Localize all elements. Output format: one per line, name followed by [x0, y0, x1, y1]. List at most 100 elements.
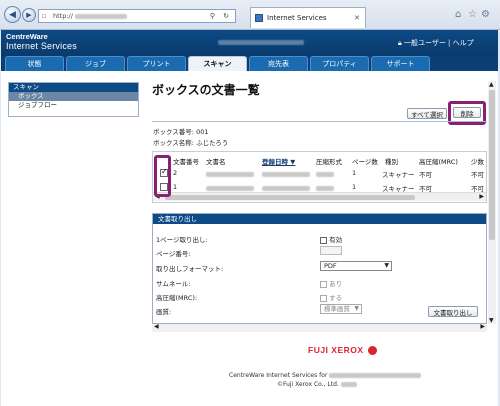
one-page-label: 1ページ取り出し:	[156, 236, 208, 244]
back-arrow-icon: ◀	[9, 9, 16, 20]
tab-print[interactable]: プリント	[127, 56, 186, 71]
extract-panel: 文書取り出し 1ページ取り出し: 有効 ページ番号: 取り出しフォーマット: P…	[152, 213, 487, 324]
footer-line1-text: CentreWare Internet Services for	[229, 372, 328, 379]
quality-select-value: 標準画質	[324, 305, 350, 313]
tab-support[interactable]: サポート	[371, 56, 430, 71]
row-date	[262, 170, 310, 178]
thumbnail-checkbox[interactable]	[320, 280, 327, 288]
row-doc-name[interactable]	[206, 184, 254, 192]
extract-document-button[interactable]: 文書取り出し	[428, 306, 478, 317]
row-doc-number: 1	[173, 183, 178, 191]
thumbnail-label: サムネール:	[156, 280, 191, 288]
mrc-option-label: する	[329, 294, 343, 302]
box-name-label: ボックス名称:	[153, 139, 194, 147]
col-type: 種別	[385, 158, 398, 166]
sidebar-title: スキャン	[9, 83, 138, 92]
back-button[interactable]: ◀	[4, 6, 21, 23]
box-name-value: ふじたろう	[196, 139, 229, 147]
tab-scan[interactable]: スキャン	[188, 56, 247, 71]
url-text: http://	[53, 12, 73, 20]
row-format	[316, 170, 334, 178]
main-tabs: 状態 ジョブ プリント スキャン 宛先表 プロパティ サポート	[1, 56, 498, 71]
thumbnail-option-label: あり	[329, 280, 343, 288]
row-pages: 1	[352, 183, 357, 191]
browser-tab[interactable]: Internet Services ✕	[250, 7, 366, 28]
logo-centreware: CentreWare	[6, 32, 48, 41]
row-doc-name[interactable]	[206, 170, 254, 178]
row-format	[316, 184, 334, 192]
scroll-thumb[interactable]	[165, 195, 415, 200]
box-number-row: ボックス番号: 001	[153, 126, 209, 136]
settings-gear-icon[interactable]: ⚙	[481, 9, 490, 20]
home-icon[interactable]: ⌂	[455, 9, 461, 20]
sidebar-item-box[interactable]: ボックス	[9, 92, 138, 101]
browser-tab-title: Internet Services	[267, 14, 327, 22]
row-doc-number: 2	[173, 169, 178, 177]
select-all-button[interactable]: すべて選択	[407, 108, 447, 119]
col-doc-number: 文書番号	[173, 158, 199, 166]
scroll-right-icon[interactable]: ▶	[480, 323, 485, 330]
device-name	[218, 38, 304, 46]
xerox-sphere-icon	[368, 346, 378, 356]
scroll-up-icon[interactable]: ▲	[489, 81, 494, 88]
col-few: 少数	[471, 158, 484, 166]
divider	[152, 121, 487, 122]
page-icon: ▫	[42, 12, 47, 20]
footer-line2: ©Fuji Xerox Co., Ltd.	[277, 381, 357, 388]
table-horizontal-scrollbar[interactable]: ◀ ▶	[153, 192, 486, 201]
user-menu[interactable]: 🔒︎ 一般ユーザー | ヘルプ	[398, 38, 474, 48]
forward-arrow-icon: ▶	[26, 11, 32, 19]
checkbox-column-highlight	[154, 155, 171, 197]
footer-line1: CentreWare Internet Services for	[229, 372, 422, 379]
favicon-icon	[255, 14, 263, 22]
scroll-down-icon[interactable]: ▼	[489, 317, 494, 324]
quality-select[interactable]: 標準画質 ▼	[320, 304, 362, 314]
page-number-input[interactable]	[320, 246, 342, 255]
thumbnail-option[interactable]: あり	[320, 278, 342, 288]
one-page-checkbox[interactable]	[320, 236, 327, 244]
scroll-right-icon[interactable]: ▶	[479, 193, 484, 200]
delete-button[interactable]: 削除	[453, 107, 481, 118]
one-page-option[interactable]: 有効	[320, 234, 342, 244]
tab-address-book[interactable]: 宛先表	[249, 56, 308, 71]
format-select-value: PDF	[324, 262, 337, 270]
close-tab-icon[interactable]: ✕	[354, 14, 360, 22]
user-label: 一般ユーザー | ヘルプ	[403, 39, 474, 47]
address-bar[interactable]: ▫ http:// ⚲ ↻	[38, 9, 236, 23]
col-doc-name: 文書名	[206, 158, 226, 166]
refresh-icon[interactable]: ↻	[223, 12, 229, 20]
scroll-thumb[interactable]	[489, 90, 495, 240]
sidebar-item-jobflow[interactable]: ジョブフロー	[9, 101, 138, 110]
col-mrc: 高圧縮(MRC)	[419, 158, 458, 166]
mrc-checkbox[interactable]	[320, 294, 327, 302]
box-number-value: 001	[196, 128, 209, 136]
logo-internet-services: Internet Services	[6, 41, 77, 51]
row-type: スキャナー	[382, 171, 415, 179]
col-pages: ページ数	[352, 158, 378, 166]
one-page-option-label: 有効	[329, 236, 343, 244]
row-pages: 1	[352, 169, 357, 177]
box-number-label: ボックス番号:	[153, 128, 194, 136]
col-compression: 圧縮形式	[316, 158, 342, 166]
quality-label: 画質:	[156, 308, 172, 316]
page-horizontal-scrollbar[interactable]: ◀ ▶	[152, 323, 487, 332]
mrc-label: 高圧縮(MRC):	[156, 294, 198, 302]
tab-properties[interactable]: プロパティ	[310, 56, 369, 71]
row-few: 不可	[471, 171, 484, 179]
sidebar: スキャン ボックス ジョブフロー	[8, 82, 139, 117]
tab-jobs[interactable]: ジョブ	[66, 56, 125, 71]
fuji-xerox-logo: FUJI XEROX	[308, 345, 378, 356]
forward-button[interactable]: ▶	[22, 8, 36, 22]
brand-name: FUJI XEROX	[308, 345, 364, 355]
mrc-option[interactable]: する	[320, 292, 342, 302]
scroll-left-icon[interactable]: ◀	[154, 323, 159, 330]
box-name-row: ボックス名称: ふじたろう	[153, 137, 228, 147]
search-icon[interactable]: ⚲	[210, 12, 215, 20]
format-select[interactable]: PDF ▼	[320, 261, 392, 271]
footer-copyright: ©Fuji Xerox Co., Ltd.	[277, 381, 339, 388]
tab-status[interactable]: 状態	[5, 56, 64, 71]
vertical-scrollbar[interactable]: ▲ ▼	[488, 81, 496, 324]
new-tab-button[interactable]	[370, 10, 384, 24]
col-registered-date[interactable]: 登録日時 ▼	[262, 156, 295, 166]
favorites-star-icon[interactable]: ☆	[468, 9, 477, 20]
